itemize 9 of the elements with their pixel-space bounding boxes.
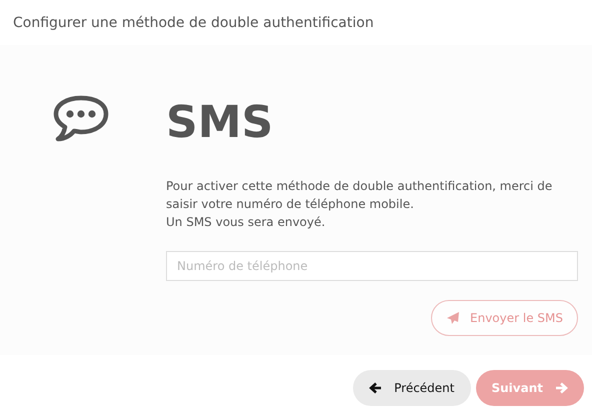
method-title: SMS — [166, 96, 274, 150]
description-text: Un SMS vous sera envoyé. — [166, 214, 326, 231]
paper-plane-icon — [446, 311, 460, 325]
phone-input[interactable]: Numéro de téléphone — [166, 251, 578, 281]
previous-button[interactable]: Précédent — [353, 370, 470, 406]
description-text: Pour activer cette méthode de double authentification, merci de saisir votre numéro de téléphone mobile. — [166, 178, 554, 213]
right-arrow-icon — [555, 382, 568, 394]
left-arrow-icon — [369, 382, 382, 394]
page-title: Configurer une méthode de double authentification — [13, 14, 374, 30]
